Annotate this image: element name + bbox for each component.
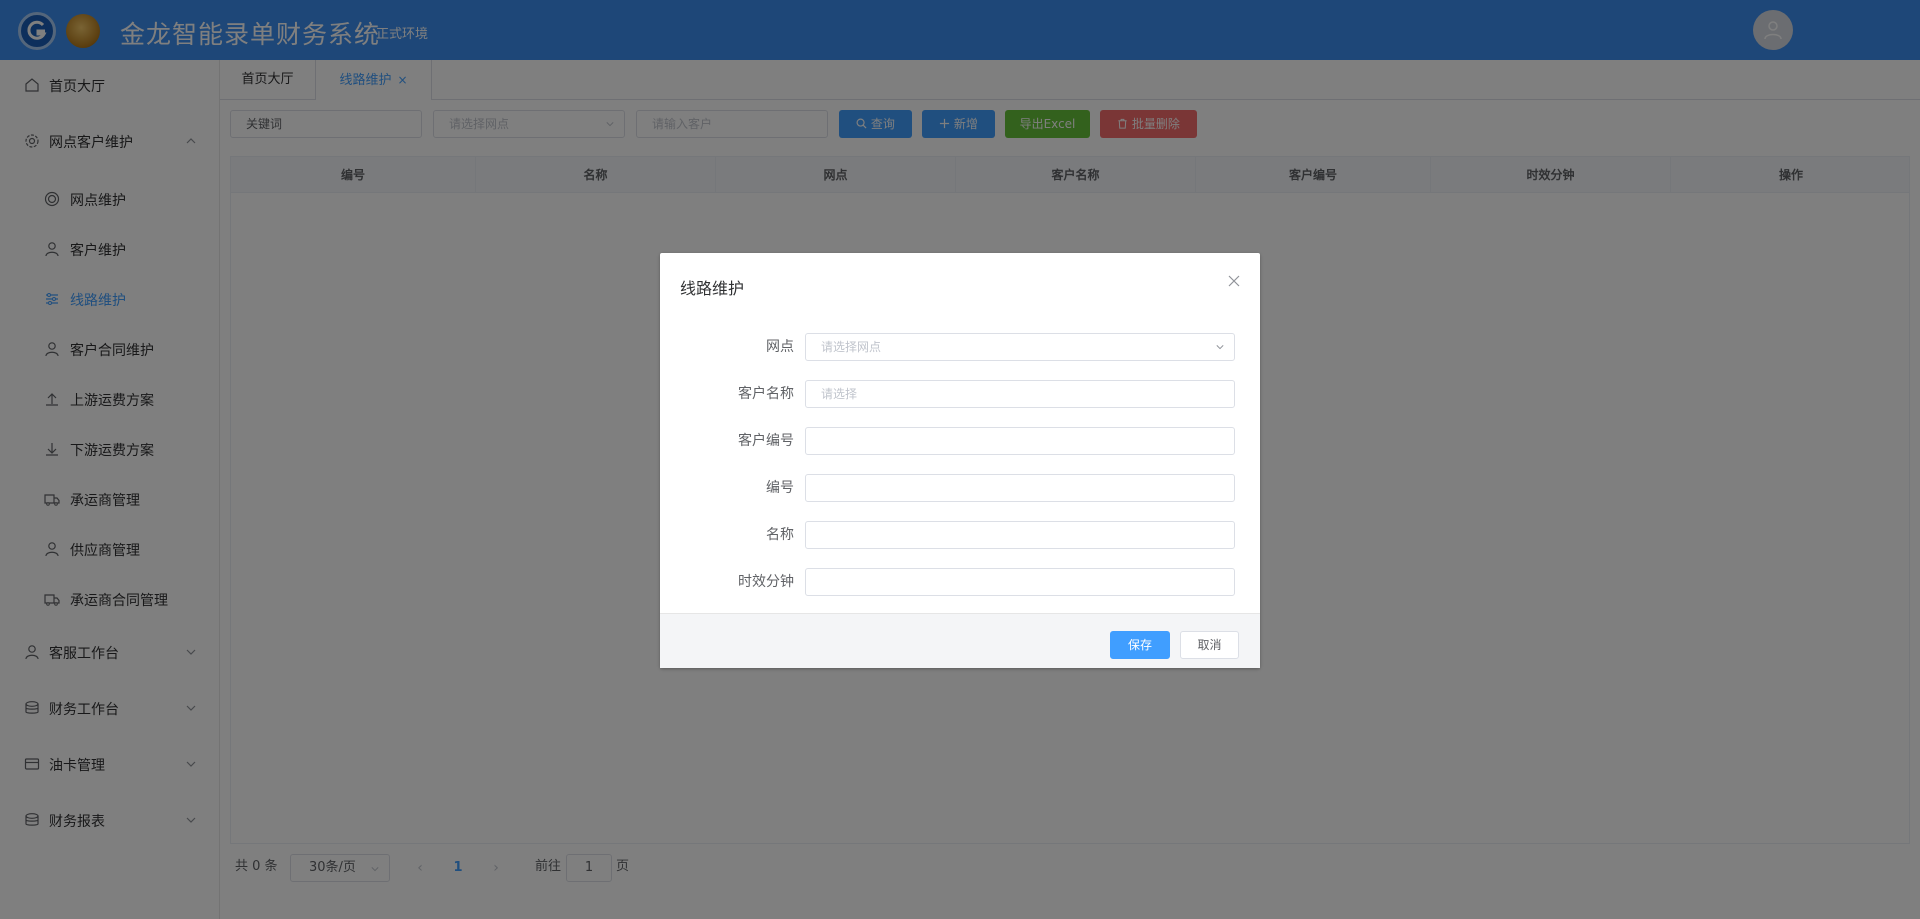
duration-minutes-input[interactable]	[805, 568, 1235, 596]
site-select-placeholder: 请选择网点	[821, 340, 882, 354]
save-button[interactable]: 保存	[1110, 631, 1170, 659]
form-row-customer-name: 客户名称 请选择	[660, 380, 1260, 408]
customer-code-input[interactable]	[805, 427, 1235, 455]
form-row-code: 编号	[660, 474, 1260, 502]
name-input[interactable]	[805, 521, 1235, 549]
form-label: 编号	[766, 480, 794, 496]
close-icon[interactable]	[1226, 273, 1242, 289]
form-row-name: 名称	[660, 521, 1260, 549]
customer-name-select[interactable]: 请选择	[805, 380, 1235, 408]
form-label: 时效分钟	[738, 574, 794, 590]
route-dialog: 线路维护 网点 请选择网点 客户名称 请选择 客户编号 编号 名称 时效分钟 保…	[660, 253, 1260, 668]
form-label: 网点	[766, 339, 794, 355]
form-row-duration: 时效分钟	[660, 568, 1260, 596]
chevron-down-icon	[1216, 345, 1224, 350]
dialog-title: 线路维护	[680, 279, 745, 298]
dialog-footer: 保存 取消	[660, 613, 1260, 668]
form-label: 客户名称	[738, 386, 794, 402]
form-label: 名称	[766, 527, 794, 543]
site-select[interactable]: 请选择网点	[805, 333, 1235, 361]
form-row-site: 网点 请选择网点	[660, 333, 1260, 361]
code-input[interactable]	[805, 474, 1235, 502]
cancel-button[interactable]: 取消	[1180, 631, 1239, 659]
form-label: 客户编号	[738, 433, 794, 449]
form-row-customer-code: 客户编号	[660, 427, 1260, 455]
